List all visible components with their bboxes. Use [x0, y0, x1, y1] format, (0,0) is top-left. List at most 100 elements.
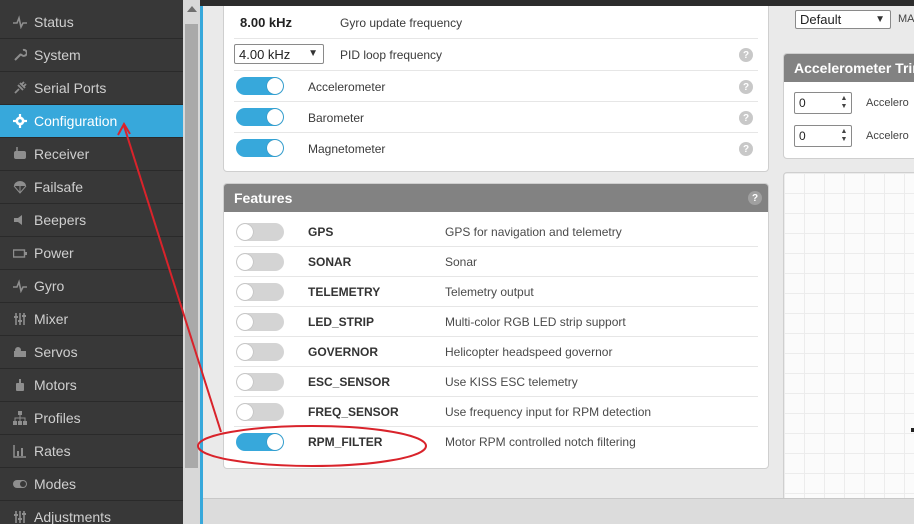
rpm-filter-toggle[interactable] — [236, 433, 284, 451]
spinner-arrows-icon[interactable]: ▲ ▼ — [839, 95, 849, 111]
gps-toggle[interactable] — [236, 223, 284, 241]
toggle-knob — [267, 78, 283, 94]
led-strip-toggle[interactable] — [236, 313, 284, 331]
sensor-label: Barometer — [308, 111, 365, 125]
accelerometer-toggle[interactable] — [236, 77, 284, 95]
feature-description: GPS for navigation and telemetry — [445, 225, 622, 239]
plug-icon — [12, 80, 28, 96]
help-icon[interactable]: ? — [739, 142, 753, 156]
sidebar-item-profiles[interactable]: Profiles — [0, 402, 183, 435]
sidebar: Status System Serial Ports Configuration Rec… — [0, 0, 183, 524]
bottom-toolbar — [203, 498, 914, 524]
sidebar-item-label: System — [34, 47, 81, 63]
sidebar-item-system[interactable]: System — [0, 39, 183, 72]
gyro-frequency-row: 8.00 kHz Gyro update frequency — [234, 7, 758, 39]
sidebar-item-label: Status — [34, 14, 74, 30]
servo-icon — [12, 344, 28, 360]
board-alignment-select[interactable]: Default ▼ — [795, 10, 891, 29]
sonar-toggle[interactable] — [236, 253, 284, 271]
sidebar-item-status[interactable]: Status — [0, 6, 183, 39]
sidebar-item-serial-ports[interactable]: Serial Ports — [0, 72, 183, 105]
sidebar-item-mixer[interactable]: Mixer — [0, 303, 183, 336]
chevron-down-icon: ▼ — [308, 48, 318, 59]
sidebar-item-label: Failsafe — [34, 179, 84, 195]
feature-name: LED_STRIP — [308, 315, 375, 329]
feature-row-led-strip: LED_STRIP Multi-color RGB LED strip suppo… — [234, 307, 758, 337]
help-icon[interactable]: ? — [739, 48, 753, 62]
toggle-knob — [237, 374, 253, 390]
sidebar-item-power[interactable]: Power — [0, 237, 183, 270]
wrench-icon — [12, 47, 28, 63]
scroll-up-arrow-icon[interactable] — [187, 6, 197, 12]
sidebar-item-configuration[interactable]: Configuration — [0, 105, 183, 138]
feature-description: Use KISS ESC telemetry — [445, 375, 578, 389]
pid-loop-row: 4.00 kHz ▼ PID loop frequency ? — [234, 39, 758, 71]
trim-value: 0 — [799, 129, 806, 143]
feature-description: Use frequency input for RPM detection — [445, 405, 652, 419]
esc-sensor-toggle[interactable] — [236, 373, 284, 391]
receiver-icon — [12, 146, 28, 162]
sidebar-item-label: Mixer — [34, 311, 69, 327]
governor-toggle[interactable] — [236, 343, 284, 361]
help-icon[interactable]: ? — [739, 111, 753, 125]
sidebar-item-label: Configuration — [34, 113, 118, 129]
scrollbar-thumb[interactable] — [185, 24, 198, 468]
feature-row-gps: GPS GPS for navigation and telemetry — [234, 217, 758, 247]
telemetry-toggle[interactable] — [236, 283, 284, 301]
feature-row-rpm-filter: RPM_FILTER Motor RPM controlled notch fil… — [234, 427, 758, 457]
trim-row: 0 ▲ ▼ Accelero — [784, 125, 914, 151]
feature-description: Telemetry output — [445, 285, 534, 299]
trim-value: 0 — [799, 96, 806, 110]
magnetometer-toggle[interactable] — [236, 139, 284, 157]
sidebar-item-beepers[interactable]: Beepers — [0, 204, 183, 237]
sidebar-scrollbar[interactable] — [183, 0, 200, 524]
feature-description: Motor RPM controlled notch filtering — [445, 435, 636, 449]
sidebar-item-motors[interactable]: Motors — [0, 369, 183, 402]
pulse-icon — [12, 278, 28, 294]
feature-row-freq-sensor: FREQ_SENSOR Use frequency input for RPM d… — [234, 397, 758, 427]
feature-description: Sonar — [445, 255, 478, 269]
toggle-knob — [237, 224, 253, 240]
feature-description: Multi-color RGB LED strip support — [445, 315, 626, 329]
sidebar-item-receiver[interactable]: Receiver — [0, 138, 183, 171]
feature-row-telemetry: TELEMETRY Telemetry output — [234, 277, 758, 307]
board-select-suffix: MA — [898, 13, 914, 25]
accelerometer-trim-header: Accelerometer Trim — [784, 54, 914, 82]
gyro-frequency-value: 8.00 kHz — [240, 15, 293, 30]
feature-name: SONAR — [308, 255, 352, 269]
barometer-toggle[interactable] — [236, 108, 284, 126]
gyro-frequency-label: Gyro update frequency — [340, 16, 463, 30]
features-title: Features — [234, 190, 293, 206]
sensor-label: Magnetometer — [308, 142, 386, 156]
features-help-icon[interactable]: ? — [748, 191, 762, 205]
features-panel: Features ? GPS GPS for navigation and tel… — [223, 183, 769, 469]
sensor-label: Accelerometer — [308, 80, 386, 94]
sidebar-item-modes[interactable]: Modes — [0, 468, 183, 501]
toggle-knob — [237, 404, 253, 420]
sidebar-item-label: Receiver — [34, 146, 90, 162]
trim-label: Accelero — [866, 130, 909, 142]
sidebar-item-label: Servos — [34, 344, 78, 360]
sidebar-item-servos[interactable]: Servos — [0, 336, 183, 369]
feature-row-governor: GOVERNOR Helicopter headspeed governor — [234, 337, 758, 367]
help-icon[interactable]: ? — [739, 80, 753, 94]
toggle-knob — [237, 344, 253, 360]
sidebar-item-label: Modes — [34, 476, 77, 492]
pid-loop-select[interactable]: 4.00 kHz ▼ — [234, 44, 324, 64]
sidebar-item-adjustments[interactable]: Adjustments — [0, 501, 183, 524]
sidebar-item-rates[interactable]: Rates — [0, 435, 183, 468]
trim-input[interactable]: 0 ▲ ▼ — [794, 125, 852, 147]
trim-input[interactable]: 0 ▲ ▼ — [794, 92, 852, 114]
sidebar-item-label: Power — [34, 245, 74, 261]
sidebar-item-failsafe[interactable]: Failsafe — [0, 171, 183, 204]
sidebar-item-label: Gyro — [34, 278, 65, 294]
beeper-icon — [12, 212, 28, 228]
pid-loop-value: 4.00 kHz — [239, 46, 291, 62]
sliders-icon — [12, 311, 28, 327]
sidebar-item-gyro[interactable]: Gyro — [0, 270, 183, 303]
toggle-knob — [267, 140, 283, 156]
feature-name: TELEMETRY — [308, 285, 381, 299]
spinner-arrows-icon[interactable]: ▲ ▼ — [839, 128, 849, 144]
freq-sensor-toggle[interactable] — [236, 403, 284, 421]
trim-label: Accelero — [866, 97, 909, 109]
